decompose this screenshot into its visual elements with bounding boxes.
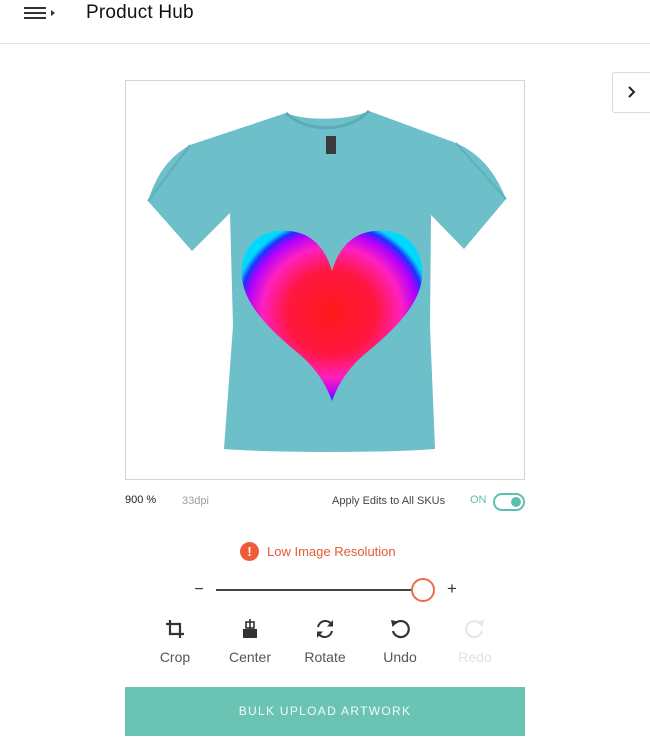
- redo-label: Redo: [458, 649, 492, 665]
- undo-label: Undo: [383, 649, 417, 665]
- undo-icon: [391, 619, 410, 639]
- crop-label: Crop: [159, 649, 191, 665]
- zoom-in-button[interactable]: +: [444, 580, 460, 598]
- zoom-slider-thumb[interactable]: [411, 578, 435, 602]
- chevron-right-icon: [628, 86, 636, 98]
- toggle-knob: [511, 497, 521, 507]
- zoom-level: 900 %: [125, 494, 157, 506]
- warning-text: Low Image Resolution: [267, 543, 396, 559]
- page-title: Product Hub: [86, 2, 194, 23]
- rotate-button[interactable]: Rotate: [290, 618, 360, 668]
- toggle-state-label: ON: [470, 494, 487, 506]
- rotate-label: Rotate: [304, 649, 346, 665]
- rotate-icon: [317, 619, 333, 639]
- apply-edits-toggle[interactable]: [493, 493, 525, 511]
- top-bar: Product Hub: [0, 0, 650, 44]
- zoom-out-button[interactable]: −: [192, 581, 206, 599]
- menu-collapse-icon[interactable]: [22, 6, 58, 22]
- crop-button[interactable]: Crop: [140, 618, 210, 668]
- alert-icon: !: [240, 541, 259, 561]
- undo-button[interactable]: Undo: [365, 618, 435, 668]
- redo-button[interactable]: Redo: [440, 618, 510, 668]
- crop-icon: [166, 620, 184, 638]
- apply-edits-label: Apply Edits to All SKUs: [332, 495, 446, 507]
- dpi-value: 33dpi: [182, 495, 209, 507]
- redo-icon: [465, 619, 484, 639]
- resolution-warning: ! Low Image Resolution: [240, 541, 396, 561]
- side-panel-toggle[interactable]: [612, 72, 650, 113]
- center-label: Center: [228, 649, 272, 665]
- zoom-slider-track[interactable]: [216, 589, 424, 591]
- product-preview[interactable]: [125, 80, 525, 480]
- bulk-upload-button[interactable]: BULK UPLOAD ARTWORK: [125, 687, 525, 736]
- align-center-icon: [243, 619, 257, 638]
- center-button[interactable]: Center: [215, 618, 285, 668]
